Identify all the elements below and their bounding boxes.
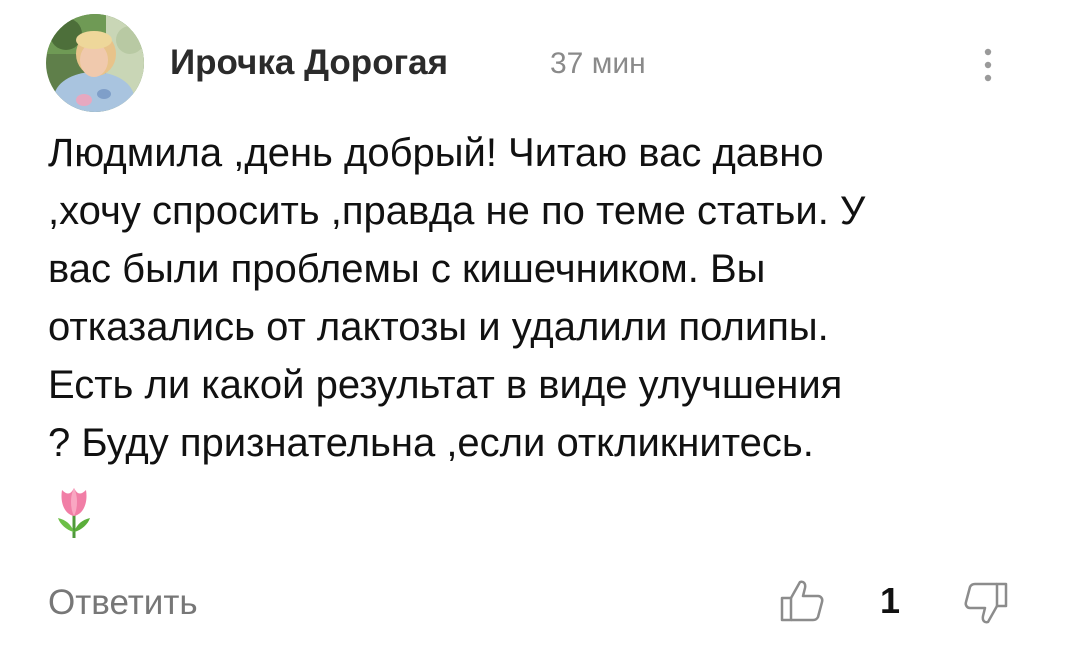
author-name[interactable]: Ирочка Дорогая xyxy=(170,40,448,86)
thumbs-up-icon xyxy=(780,580,824,622)
comment-card: Ирочка Дорогая 37 мин Людмила ,день добр… xyxy=(0,0,1070,667)
like-button[interactable] xyxy=(778,578,826,624)
dislike-button[interactable] xyxy=(962,580,1010,626)
like-count: 1 xyxy=(880,580,901,621)
comment-text: Людмила ,день добрый! Читаю вас давно ,х… xyxy=(48,131,866,465)
comment-time: 37 мин xyxy=(550,47,646,80)
reply-button[interactable]: Ответить xyxy=(48,580,198,626)
more-options-button[interactable] xyxy=(966,40,1006,90)
vertical-ellipsis-icon xyxy=(984,48,992,82)
avatar-image xyxy=(46,14,144,112)
thumbs-down-icon xyxy=(964,582,1008,624)
avatar[interactable] xyxy=(46,14,144,112)
tulip-icon xyxy=(52,484,96,540)
